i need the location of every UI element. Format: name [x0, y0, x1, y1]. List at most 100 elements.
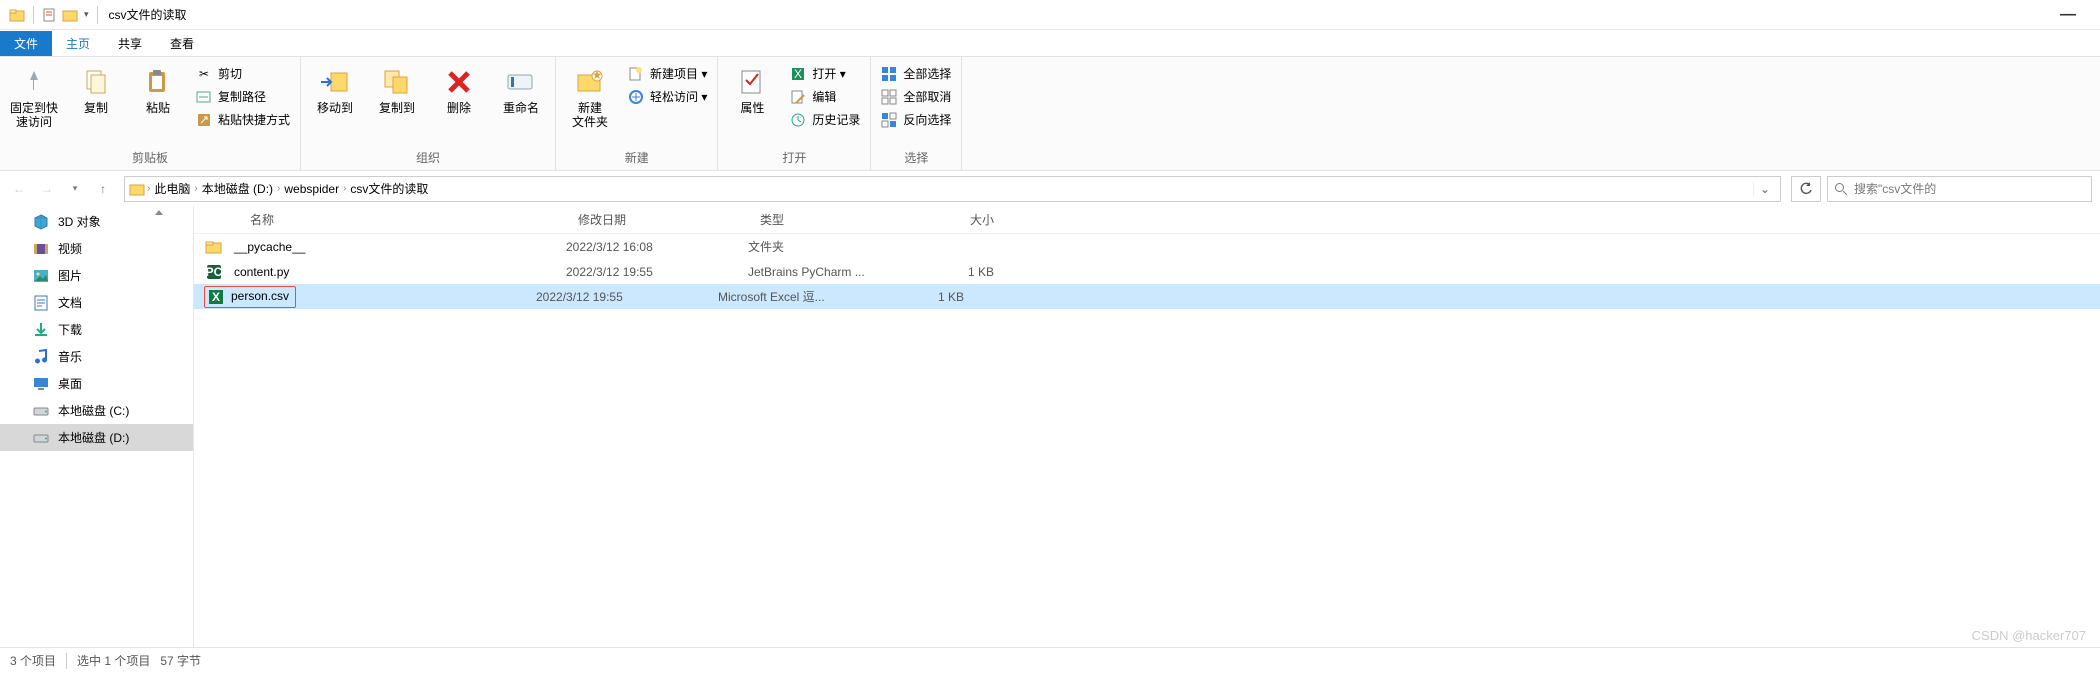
- col-type[interactable]: 类型: [748, 211, 894, 228]
- sidebar-item-4[interactable]: 下载: [0, 316, 193, 343]
- select-all-button[interactable]: 全部选择: [879, 64, 953, 83]
- group-clipboard: 固定到快 速访问 复制 粘贴 ✂剪切 复制路径 粘贴快捷方式 剪贴板: [0, 57, 301, 170]
- easy-access-icon: [628, 89, 644, 105]
- status-bytes: 57 字节: [160, 652, 201, 669]
- new-item-button[interactable]: 新建项目 ▾: [626, 64, 709, 83]
- easy-access-button[interactable]: 轻松访问 ▾: [626, 87, 709, 106]
- file-name: Xperson.csv: [204, 286, 536, 308]
- sidebar-item-7[interactable]: 本地磁盘 (C:): [0, 397, 193, 424]
- crumb-webspider[interactable]: webspider›: [282, 182, 348, 196]
- back-button[interactable]: ←: [8, 178, 30, 200]
- sidebar-item-3[interactable]: 文档: [0, 289, 193, 316]
- crumb-this-pc[interactable]: 此电脑›: [152, 180, 199, 197]
- sidebar-item-label: 桌面: [58, 375, 82, 392]
- refresh-button[interactable]: [1791, 176, 1821, 202]
- group-label-organize: 组织: [309, 147, 547, 168]
- recent-locations-button[interactable]: ▾: [64, 178, 86, 200]
- group-new: ★新建 文件夹 新建项目 ▾ 轻松访问 ▾ 新建: [556, 57, 718, 170]
- tab-view[interactable]: 查看: [156, 31, 208, 56]
- group-open: 属性 X打开 ▾ 编辑 历史记录 打开: [718, 57, 871, 170]
- status-item-count: 3 个项目: [10, 652, 56, 669]
- sidebar-item-8[interactable]: 本地磁盘 (D:): [0, 424, 193, 451]
- select-none-button[interactable]: 全部取消: [879, 87, 953, 106]
- qat-dropdown-icon[interactable]: ▾: [84, 9, 89, 20]
- col-name[interactable]: 名称: [238, 211, 566, 228]
- copy-button[interactable]: 复制: [70, 61, 122, 115]
- folder-icon: [129, 181, 145, 197]
- cut-button[interactable]: ✂剪切: [194, 64, 292, 83]
- file-icon: [204, 237, 224, 257]
- moveto-icon: [318, 65, 352, 99]
- qat-new-icon[interactable]: [42, 8, 56, 22]
- col-date[interactable]: 修改日期: [566, 211, 748, 228]
- group-label-new: 新建: [564, 147, 709, 168]
- paste-shortcut-button[interactable]: 粘贴快捷方式: [194, 110, 292, 129]
- status-bar: 3 个项目 选中 1 个项目 57 字节: [0, 647, 2100, 673]
- file-date: 2022/3/12 16:08: [566, 240, 748, 254]
- group-label-select: 选择: [879, 147, 953, 168]
- properties-button[interactable]: 属性: [726, 61, 778, 115]
- new-folder-icon: ★: [573, 65, 607, 99]
- paste-button[interactable]: 粘贴: [132, 61, 184, 115]
- pin-to-quick-access-button[interactable]: 固定到快 速访问: [8, 61, 60, 129]
- rename-button[interactable]: 重命名: [495, 61, 547, 115]
- address-dropdown[interactable]: ⌄: [1753, 182, 1776, 196]
- folder-icon: [9, 7, 25, 23]
- file-row[interactable]: Xperson.csv2022/3/12 19:55Microsoft Exce…: [194, 284, 2100, 309]
- minimize-button[interactable]: —: [2060, 6, 2076, 24]
- copyto-icon: [380, 65, 414, 99]
- crumb-drive-d[interactable]: 本地磁盘 (D:)›: [200, 180, 283, 197]
- file-row[interactable]: __pycache__2022/3/12 16:08文件夹: [194, 234, 2100, 259]
- copy-path-button[interactable]: 复制路径: [194, 87, 292, 106]
- qat-properties-icon[interactable]: [62, 7, 78, 23]
- tab-file[interactable]: 文件: [0, 31, 52, 56]
- desktop-icon: [32, 375, 50, 393]
- new-folder-button[interactable]: ★新建 文件夹: [564, 61, 616, 129]
- crumb-current[interactable]: csv文件的读取: [348, 180, 430, 197]
- sidebar-item-0[interactable]: 3D 对象: [0, 208, 193, 235]
- file-name: content.py: [234, 265, 566, 279]
- invert-icon: [881, 112, 897, 128]
- edit-icon: [790, 89, 806, 105]
- forward-button[interactable]: →: [36, 178, 58, 200]
- pin-icon: [17, 65, 51, 99]
- open-button[interactable]: X打开 ▾: [788, 64, 862, 83]
- shortcut-icon: [196, 112, 212, 128]
- file-type: 文件夹: [748, 238, 894, 255]
- delete-button[interactable]: 删除: [433, 61, 485, 115]
- file-date: 2022/3/12 19:55: [536, 290, 718, 304]
- file-row[interactable]: PCcontent.py2022/3/12 19:55JetBrains PyC…: [194, 259, 2100, 284]
- file-size: 1 KB: [864, 290, 984, 304]
- sidebar-item-5[interactable]: 音乐: [0, 343, 193, 370]
- copy-icon: [79, 65, 113, 99]
- sidebar-item-label: 本地磁盘 (D:): [58, 429, 129, 446]
- up-button[interactable]: ↑: [92, 178, 114, 200]
- invert-selection-button[interactable]: 反向选择: [879, 110, 953, 129]
- sidebar-item-label: 图片: [58, 267, 82, 284]
- tab-share[interactable]: 共享: [104, 31, 156, 56]
- file-date: 2022/3/12 19:55: [566, 265, 748, 279]
- properties-icon: [735, 65, 769, 99]
- move-to-button[interactable]: 移动到: [309, 61, 361, 115]
- sidebar-item-2[interactable]: 图片: [0, 262, 193, 289]
- col-size[interactable]: 大小: [894, 211, 1014, 228]
- search-icon: [1834, 182, 1848, 196]
- doc-icon: [32, 294, 50, 312]
- group-organize: 移动到 复制到 删除 重命名 组织: [301, 57, 556, 170]
- drive-icon: [32, 402, 50, 420]
- sidebar-item-6[interactable]: 桌面: [0, 370, 193, 397]
- scissors-icon: ✂: [196, 66, 212, 82]
- copy-to-button[interactable]: 复制到: [371, 61, 423, 115]
- sidebar-item-label: 视频: [58, 240, 82, 257]
- search-box[interactable]: 搜索"csv文件的: [1827, 176, 2092, 202]
- tab-home[interactable]: 主页: [52, 31, 104, 56]
- crumb-root-chevron[interactable]: ›: [145, 183, 152, 194]
- edit-button[interactable]: 编辑: [788, 87, 862, 106]
- sidebar-item-label: 3D 对象: [58, 213, 101, 230]
- history-button[interactable]: 历史记录: [788, 110, 862, 129]
- svg-text:X: X: [212, 290, 220, 304]
- path-icon: [196, 89, 212, 105]
- address-bar[interactable]: › 此电脑› 本地磁盘 (D:)› webspider› csv文件的读取 ⌄: [124, 176, 1781, 202]
- sidebar-scroll-up[interactable]: [155, 206, 159, 226]
- sidebar-item-1[interactable]: 视频: [0, 235, 193, 262]
